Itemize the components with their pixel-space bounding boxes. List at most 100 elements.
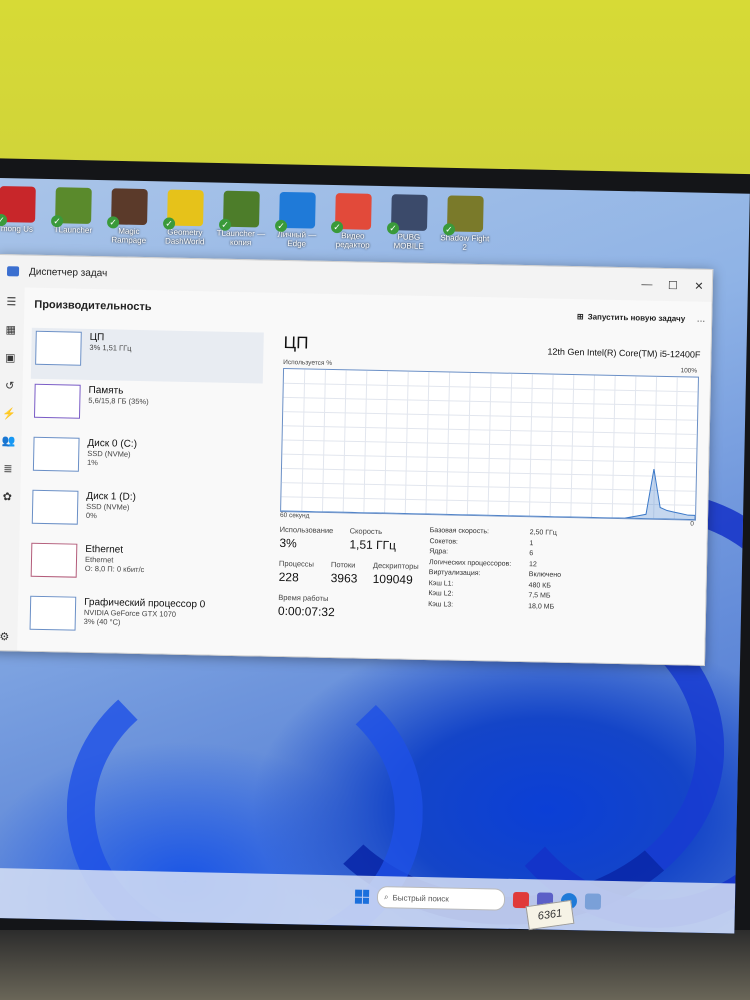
startup-icon[interactable]: ⚡	[2, 407, 16, 427]
graph-max: 100%	[680, 367, 698, 375]
uptime-value: 0:00:07:32	[277, 603, 335, 620]
history-icon[interactable]: ↺	[5, 379, 15, 399]
new-task-button[interactable]: ⊞ Запустить новую задачу	[577, 312, 685, 323]
spec-value: Включено	[528, 571, 562, 579]
desktop-icon[interactable]: Личный — Edge	[271, 191, 324, 249]
resource-item[interactable]: Ethernet Ethernet О: 8,0 П: 0 кбит/с	[26, 540, 259, 596]
minimize-button[interactable]: —	[634, 278, 660, 292]
desktop-icon[interactable]: TLauncher — копия	[215, 190, 268, 248]
app-icon	[0, 185, 36, 223]
desktop-icon[interactable]: PUBG MOBILE	[383, 194, 436, 251]
hamburger-icon[interactable]: ☰	[6, 295, 16, 315]
processes-value: 228	[278, 569, 299, 585]
app-icon	[279, 191, 316, 229]
monitor-screen: mong Us TLauncher Magic Rampage Geometry Da…	[0, 178, 750, 934]
cpu-usage-chart	[281, 369, 698, 521]
handles-value: 109049	[372, 571, 413, 587]
desktop-icon-label: Личный — Edge	[277, 229, 317, 249]
spec-value: 480 КБ	[528, 581, 551, 590]
new-task-label: Запустить новую задачу	[587, 311, 686, 323]
resource-item[interactable]: Память 5,6/15,8 ГБ (35%)	[30, 381, 263, 437]
processes-icon[interactable]: ▦	[5, 323, 16, 343]
spec-value: 18,0 МБ	[528, 602, 555, 611]
cpu-details: ЦП 12th Gen Intel(R) Core(TM) i5-12400F …	[277, 333, 701, 654]
services-icon[interactable]: ✿	[2, 490, 12, 510]
desktop-icon[interactable]: Magic Rampage	[103, 188, 156, 245]
app-icon	[335, 193, 372, 230]
search-icon: ⌕	[383, 892, 389, 902]
desktop-icon[interactable]: Видео редактор	[327, 193, 380, 250]
desktop-icon[interactable]: mong Us	[0, 185, 44, 243]
performance-icon[interactable]: ▣	[5, 351, 16, 371]
page-title: Производительность	[34, 298, 152, 314]
resource-name: ЦП	[89, 331, 105, 344]
users-icon[interactable]: 👥	[1, 435, 15, 455]
resource-list: ЦП 3% 1,51 ГГц Память 5,6/15,8 ГБ (35%) Диск…	[25, 327, 264, 651]
desktop-icon-label: Magic Rampage	[111, 226, 147, 246]
desktop-icon-label: Shadow Fight 2	[440, 233, 490, 252]
spec-label: Кэш L3:	[428, 600, 454, 609]
resource-item[interactable]: Графический процессор 0 NVIDIA GeForce GT…	[25, 593, 258, 649]
uptime-label: Время работы	[278, 592, 329, 603]
cpu-usage-graph	[280, 367, 699, 521]
search-box[interactable]: ⌕ Быстрый поиск	[376, 886, 506, 911]
handles-label: Дескрипторы	[372, 560, 419, 571]
details-icon[interactable]: ≣	[3, 462, 13, 482]
app-icon	[390, 194, 428, 231]
speed-label: Скорость	[349, 526, 383, 537]
task-manager-app-icon	[6, 266, 20, 277]
utilization-label: Использование	[279, 524, 334, 536]
app-icon	[446, 195, 484, 233]
app-icon	[111, 188, 148, 226]
resource-thumbnail	[31, 489, 79, 525]
spec-value: 1	[529, 539, 534, 547]
resource-item[interactable]: Диск 0 (C:) SSD (NVMe) 1%	[29, 434, 262, 490]
resource-thumbnail	[29, 595, 77, 631]
desktop-icon[interactable]: TLauncher	[47, 187, 100, 244]
spec-value: 6	[529, 550, 534, 558]
task-manager-window: Диспетчер задач — ☐ ✕ ☰ ▦ ▣ ↺ ⚡ 👥 ≣ ✿ ⚙ …	[0, 253, 714, 666]
resource-thumbnail	[30, 542, 78, 578]
resource-detail: 5,6/15,8 ГБ (35%)	[88, 395, 149, 407]
task-manager-taskbar-icon[interactable]	[584, 893, 602, 910]
settings-icon[interactable]: ⚙	[0, 630, 9, 650]
resource-value: 3% (40 °C)	[83, 616, 121, 627]
desktop-icon-label: Geometry DashWorld	[164, 227, 205, 247]
processes-label: Процессы	[278, 558, 315, 569]
resource-thumbnail	[33, 383, 81, 419]
desktop-icon-label: PUBG MOBILE	[393, 232, 424, 251]
search-placeholder: Быстрый поиск	[392, 892, 449, 904]
resource-value: 0%	[85, 510, 97, 521]
close-button[interactable]: ✕	[686, 279, 712, 293]
threads-value: 3963	[330, 571, 358, 586]
resource-value: 1%	[86, 457, 98, 468]
desktop-icon[interactable]: Shadow Fight 2	[439, 195, 492, 252]
speed-value: 1,51 ГГц	[349, 537, 397, 553]
graph-label: Используется %	[283, 358, 333, 367]
desktop-icon[interactable]: Geometry DashWorld	[159, 189, 212, 246]
resource-value: О: 8,0 П: 0 кбит/с	[84, 563, 145, 575]
more-options-button[interactable]: ...	[697, 314, 706, 325]
desktop-icons: mong Us TLauncher Magic Rampage Geometry Da…	[0, 185, 492, 252]
maximize-button[interactable]: ☐	[660, 278, 686, 292]
resource-thumbnail	[32, 436, 80, 472]
spec-value: 7,5 МБ	[528, 592, 551, 600]
resource-detail: 3% 1,51 ГГц	[89, 342, 132, 353]
resource-thumbnail	[35, 330, 82, 366]
start-button[interactable]	[354, 889, 370, 904]
cpu-specs: Базовая скорость: 2,50 ГГц Сокетов: 1 Ядра: 6…	[428, 526, 690, 615]
resource-item[interactable]: Диск 1 (D:) SSD (NVMe) 0%	[27, 487, 260, 543]
resource-item[interactable]: ЦП 3% 1,51 ГГц	[30, 327, 264, 384]
app-icon	[55, 187, 92, 224]
spec-value: 12	[528, 560, 537, 568]
spec-value: 2,50 ГГц	[529, 529, 557, 537]
app-icon	[223, 190, 260, 228]
window-title: Диспетчер задач	[28, 266, 108, 279]
desk-surface	[0, 930, 750, 1000]
app-icon	[167, 189, 204, 227]
cpu-stats: Использование 3% Скорость 1,51 ГГц Проце…	[277, 525, 696, 654]
desktop-icon-label: mong Us	[0, 224, 34, 234]
utilization-value: 3%	[279, 535, 297, 551]
threads-label: Потоки	[330, 560, 356, 570]
desktop-icon-label: Видео редактор	[335, 231, 370, 250]
